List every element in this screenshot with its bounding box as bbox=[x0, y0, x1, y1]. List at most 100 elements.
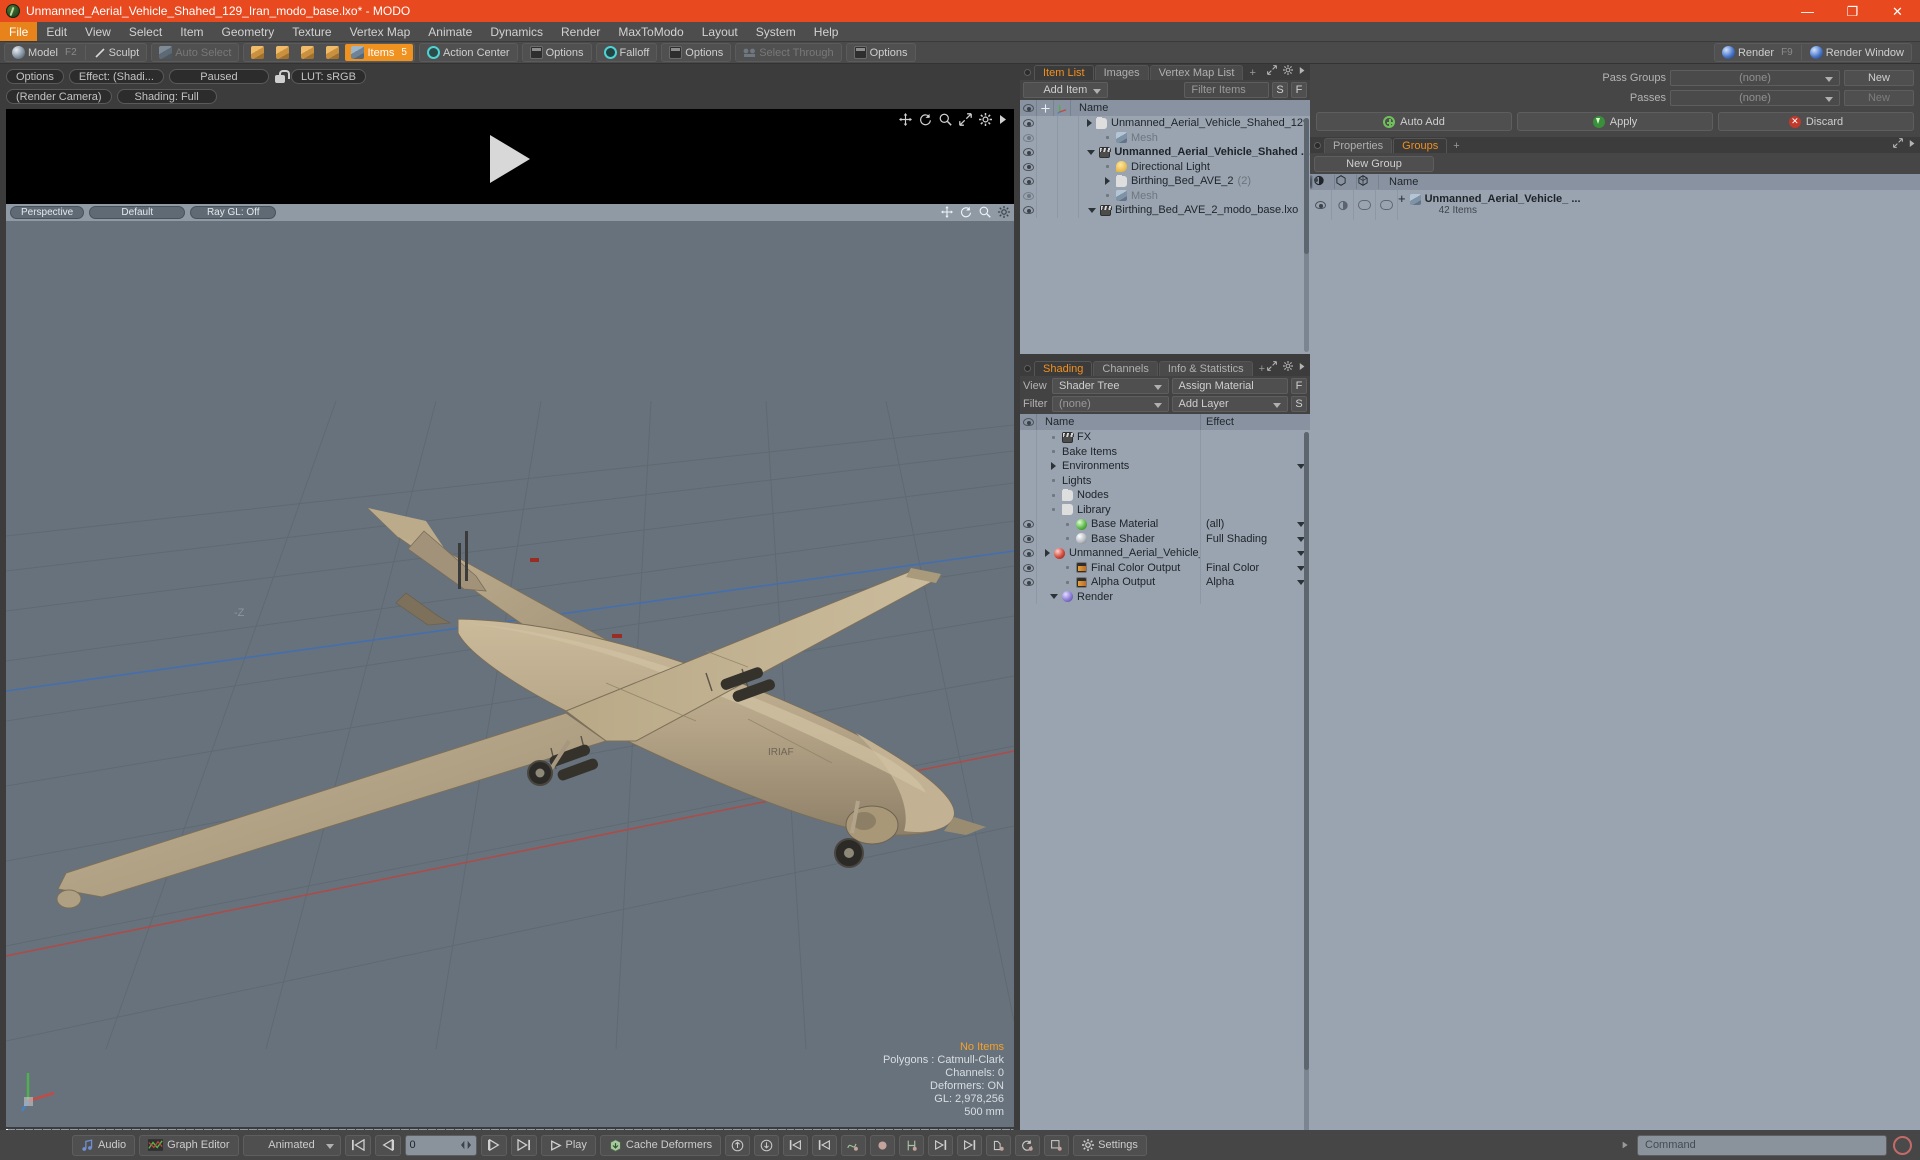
zoom-icon[interactable] bbox=[939, 113, 952, 126]
tab-channels[interactable]: Channels bbox=[1093, 361, 1158, 376]
menu-item-system[interactable]: System bbox=[747, 22, 805, 41]
minimize-button[interactable]: — bbox=[1785, 0, 1830, 22]
row-transform-cell[interactable] bbox=[1058, 116, 1079, 131]
shading-row[interactable]: Alpha Output Alpha bbox=[1020, 575, 1310, 590]
key-set-button[interactable] bbox=[1044, 1134, 1070, 1156]
menu-item-layout[interactable]: Layout bbox=[693, 22, 747, 41]
item-list-expand-arrow-icon[interactable] bbox=[1299, 66, 1306, 75]
shading-row-visibility[interactable] bbox=[1020, 589, 1037, 604]
groups-row-wire-toggle[interactable] bbox=[1354, 190, 1376, 220]
twirl-open-icon[interactable] bbox=[1087, 149, 1096, 155]
viewport-zoom-icon[interactable] bbox=[979, 206, 991, 218]
item-list-body[interactable]: Unmanned_Aerial_Vehicle_Shahed_129 ... Me… bbox=[1020, 116, 1310, 354]
item-list-row[interactable]: Unmanned_Aerial_Vehicle_Shahed ... bbox=[1020, 145, 1310, 160]
shading-s-button[interactable]: S bbox=[1291, 396, 1307, 412]
expand-arrow-icon[interactable] bbox=[999, 114, 1008, 125]
next-frame-button[interactable] bbox=[480, 1134, 507, 1156]
item-list-maximize-icon[interactable] bbox=[1267, 65, 1277, 75]
prev-key2-button[interactable] bbox=[812, 1134, 838, 1156]
pan-icon[interactable] bbox=[899, 113, 912, 126]
key-refresh-button[interactable] bbox=[1015, 1134, 1041, 1156]
edge-mode-button[interactable] bbox=[270, 44, 295, 61]
shading-row[interactable]: Bake Items bbox=[1020, 444, 1310, 459]
groups-drag-handle[interactable] bbox=[1314, 141, 1321, 149]
item-list-s-button[interactable]: S bbox=[1272, 82, 1289, 98]
preview-paused-button[interactable]: Paused bbox=[168, 69, 269, 84]
row-lock-cell[interactable] bbox=[1037, 159, 1058, 174]
pass-groups-new-button[interactable]: New bbox=[1844, 70, 1914, 86]
shading-row[interactable]: FX bbox=[1020, 430, 1310, 445]
shading-row-effect[interactable] bbox=[1200, 488, 1310, 503]
key-filter-button[interactable] bbox=[899, 1134, 925, 1156]
tab-vertex-map-list[interactable]: Vertex Map List bbox=[1149, 65, 1244, 80]
tab-groups[interactable]: Groups bbox=[1393, 138, 1448, 153]
item-list-row[interactable]: Mesh bbox=[1020, 188, 1310, 203]
shading-row-visibility[interactable] bbox=[1020, 430, 1037, 445]
preview-canvas[interactable] bbox=[6, 109, 1014, 208]
animation-mode-select[interactable]: Animated bbox=[242, 1134, 341, 1156]
maximize-button[interactable]: ❐ bbox=[1830, 0, 1875, 22]
shading-row-visibility[interactable] bbox=[1020, 444, 1037, 459]
passes-new-button[interactable]: New bbox=[1844, 90, 1914, 106]
preview-camera-button[interactable]: (Render Camera) bbox=[6, 89, 112, 104]
shading-row-visibility[interactable] bbox=[1020, 517, 1037, 532]
shading-row-effect[interactable]: Final Color bbox=[1200, 560, 1310, 575]
tab-item-list[interactable]: Item List bbox=[1034, 65, 1094, 80]
render-window-button[interactable]: Render Window bbox=[1804, 44, 1910, 61]
lock-icon[interactable] bbox=[274, 69, 290, 84]
select-through-options-button[interactable]: Options bbox=[848, 44, 914, 61]
row-visibility-toggle[interactable] bbox=[1020, 145, 1037, 160]
shading-drag-handle[interactable] bbox=[1024, 364, 1031, 372]
item-list-drag-handle[interactable] bbox=[1024, 68, 1031, 76]
shading-row-effect[interactable] bbox=[1200, 459, 1310, 474]
shading-row-visibility[interactable] bbox=[1020, 502, 1037, 517]
twirl-open-icon[interactable] bbox=[1049, 594, 1058, 600]
row-transform-cell[interactable] bbox=[1058, 174, 1079, 189]
menu-item-animate[interactable]: Animate bbox=[419, 22, 481, 41]
new-group-button[interactable]: New Group bbox=[1314, 156, 1434, 172]
row-lock-cell[interactable] bbox=[1037, 116, 1058, 131]
row-lock-cell[interactable] bbox=[1037, 145, 1058, 160]
menu-item-file[interactable]: File bbox=[0, 22, 38, 41]
shading-f-button[interactable]: F bbox=[1291, 378, 1307, 394]
viewport-raygl-button[interactable]: Ray GL: Off bbox=[190, 206, 277, 219]
shading-row-effect[interactable]: Alpha bbox=[1200, 575, 1310, 590]
shading-row[interactable]: Lights bbox=[1020, 473, 1310, 488]
menu-item-geometry[interactable]: Geometry bbox=[213, 22, 284, 41]
row-visibility-toggle[interactable] bbox=[1020, 188, 1037, 203]
shader-tree-select[interactable]: Shader Tree bbox=[1052, 378, 1169, 394]
row-lock-cell[interactable] bbox=[1037, 130, 1058, 145]
material-mode-button[interactable] bbox=[320, 44, 345, 61]
items-mode-button[interactable]: Items 5 bbox=[345, 44, 413, 61]
add-layer-button[interactable]: Add Layer bbox=[1171, 396, 1288, 412]
fit-icon[interactable] bbox=[959, 113, 972, 126]
shading-row-visibility[interactable] bbox=[1020, 531, 1037, 546]
next-key2-button[interactable] bbox=[957, 1134, 983, 1156]
item-list-row[interactable]: Directional Light bbox=[1020, 159, 1310, 174]
key-mode-button[interactable] bbox=[870, 1134, 896, 1156]
row-transform-cell[interactable] bbox=[1058, 203, 1079, 218]
menu-item-help[interactable]: Help bbox=[805, 22, 848, 41]
shading-row-effect[interactable] bbox=[1200, 546, 1310, 561]
action-center-options-button[interactable]: Options bbox=[524, 44, 590, 61]
action-center-button[interactable]: Action Center bbox=[421, 44, 516, 61]
rotate-icon[interactable] bbox=[919, 113, 932, 126]
shading-row-effect[interactable] bbox=[1200, 444, 1310, 459]
menu-item-edit[interactable]: Edit bbox=[37, 22, 76, 41]
audio-button[interactable]: Audio bbox=[72, 1134, 136, 1156]
shading-row-effect[interactable] bbox=[1200, 473, 1310, 488]
row-lock-cell[interactable] bbox=[1037, 174, 1058, 189]
shading-row[interactable]: Base Material (all) bbox=[1020, 517, 1310, 532]
pass-groups-select[interactable]: (none) bbox=[1670, 70, 1840, 86]
viewport-perspective-button[interactable]: Perspective bbox=[10, 206, 85, 219]
shading-filter-select[interactable]: (none) bbox=[1052, 396, 1169, 412]
shading-row-effect[interactable] bbox=[1200, 589, 1310, 604]
shading-expand-arrow-icon[interactable] bbox=[1299, 362, 1306, 371]
menu-item-texture[interactable]: Texture bbox=[283, 22, 340, 41]
gear-icon[interactable] bbox=[979, 113, 992, 126]
shading-row-visibility[interactable] bbox=[1020, 488, 1037, 503]
shading-row-effect[interactable]: (all) bbox=[1200, 517, 1310, 532]
row-transform-cell[interactable] bbox=[1058, 130, 1079, 145]
viewport-pan-icon[interactable] bbox=[941, 206, 953, 218]
groups-row[interactable]: + Unmanned_Aerial_Vehicle_ ... 42 Items bbox=[1310, 190, 1920, 220]
